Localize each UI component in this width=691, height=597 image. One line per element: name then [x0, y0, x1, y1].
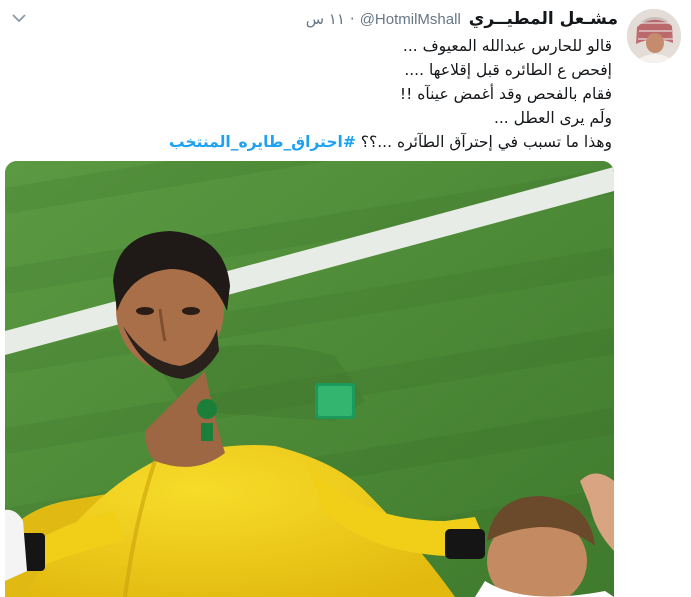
- tweet-timestamp[interactable]: ١١ س: [306, 10, 345, 28]
- user-handle[interactable]: @HotmilMshall: [360, 11, 461, 28]
- avatar[interactable]: [627, 9, 681, 63]
- hashtag-link[interactable]: #احتراق_طايره_المنتخب: [169, 133, 356, 151]
- chevron-down-icon[interactable]: [8, 10, 30, 26]
- dot-separator: ·: [349, 10, 355, 28]
- tweet-line-2: إفحص ع الطائره قبل إقلاعها ....: [404, 61, 612, 79]
- tweet-text: قالو للحارس عبدالله المعيوف ... إفحص ع ا…: [12, 34, 612, 154]
- tweet-photo[interactable]: [5, 161, 614, 597]
- tweet-line-1: قالو للحارس عبدالله المعيوف ...: [402, 37, 612, 55]
- display-name[interactable]: مشـعل المطيــري: [469, 9, 618, 29]
- tweet-line-5: وهذا ما تسبب في إحترآق الطآئره ...؟؟ #اح…: [12, 130, 612, 154]
- tweet[interactable]: مشـعل المطيــري @HotmilMshall · ١١ س قال…: [0, 0, 691, 597]
- tweet-line-3: فقام بالفحص وقد أغمض عينآه !!: [399, 85, 612, 103]
- tweet-header: مشـعل المطيــري @HotmilMshall · ١١ س: [306, 6, 618, 32]
- tweet-line-5-text: وهذا ما تسبب في إحترآق الطآئره ...؟؟: [360, 133, 612, 151]
- tweet-line-4: ولَم يرى العطل ...: [493, 109, 612, 127]
